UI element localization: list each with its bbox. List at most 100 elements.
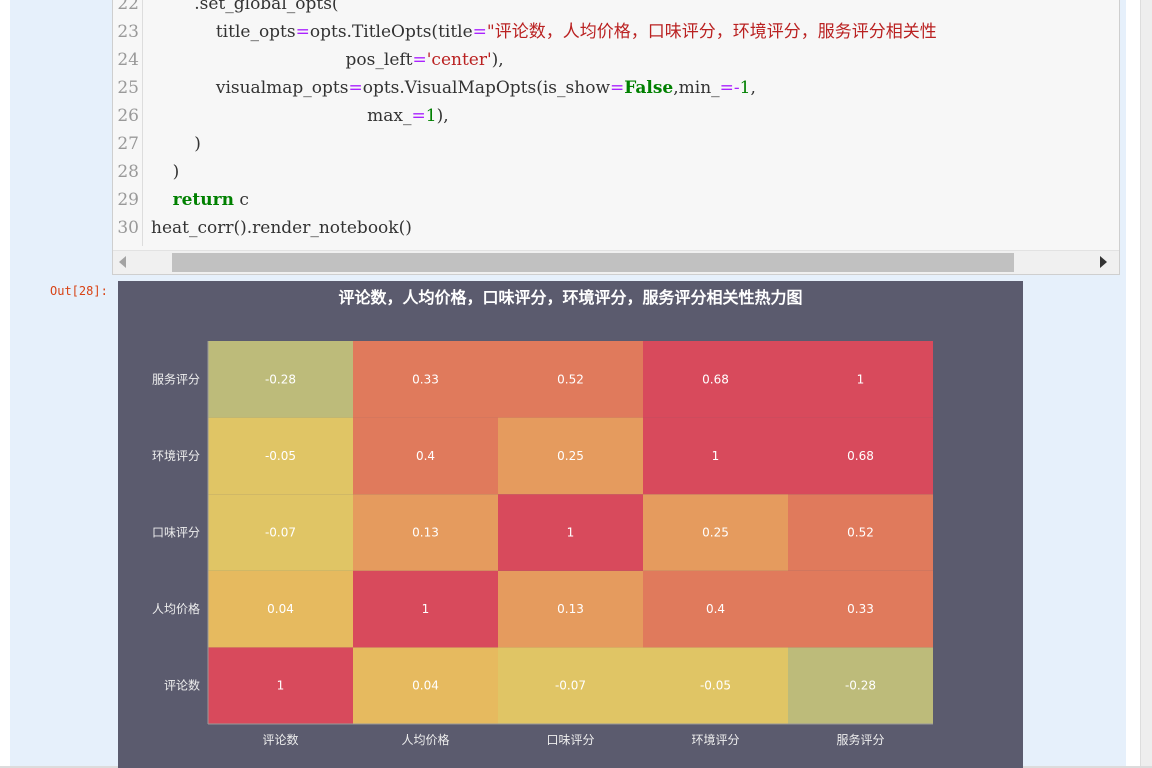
cell-value-label: 1 [422,602,430,616]
cell-value-label: -0.28 [265,372,296,386]
cell-value-label: 0.4 [416,449,435,463]
line-number: 27 [117,134,139,154]
scroll-left-icon[interactable] [119,256,126,268]
code-line[interactable]: 28 ) [113,158,1119,186]
code-line[interactable]: 27 ) [113,130,1119,158]
code-token: max_ [151,106,412,126]
line-number: 30 [117,218,139,238]
code-token: = [411,106,426,126]
page-scrollbar-track[interactable] [1140,0,1152,768]
code-token: return [172,190,234,210]
code-token: ) [151,162,180,182]
cell-value-label: 1 [277,679,285,693]
cell-value-label: 0.25 [702,526,729,540]
code-token: "评论数，人均价格，口味评分，环境评分，服务评分相关性 [486,22,937,42]
cell-value-label: -0.05 [700,679,731,693]
code-token: opts.TitleOpts(title [309,22,473,42]
y-tick-label: 评论数 [164,678,200,693]
line-number: 29 [117,190,139,210]
code-line[interactable]: 26 max_=1), [113,102,1119,130]
cell-value-label: 0.52 [557,372,584,386]
cell-value-label: 1 [712,449,720,463]
code-line[interactable]: 22 .set_global_opts( [113,0,1119,18]
y-tick-label: 服务评分 [152,371,200,386]
code-line[interactable]: 29 return c [113,186,1119,214]
code-text: heat_corr().render_notebook() [151,214,412,242]
output-prompt: Out[28]: [50,284,108,298]
code-line[interactable]: 30 heat_corr().render_notebook() [113,214,1119,242]
cell-value-label: 0.13 [557,602,584,616]
code-line[interactable]: 24 pos_left='center'), [113,46,1119,74]
cell-value-label: -0.28 [845,679,876,693]
scroll-right-icon[interactable] [1100,256,1107,268]
code-token: ), [491,50,504,70]
code-token: c [233,190,249,210]
heatmap-svg: 评论数，人均价格，口味评分，环境评分，服务评分相关性热力图 1 0.04 -0.07 -… [118,281,1023,768]
cell-value-label: 0.4 [706,602,725,616]
code-text: return c [151,186,249,214]
scrollbar-thumb[interactable] [172,253,1014,272]
code-text: .set_global_opts( [151,0,339,18]
cell-value-label: -0.07 [265,526,296,540]
code-text: ) [151,130,201,158]
code-token: visualmap_opts [151,78,349,98]
x-tick-label: 口味评分 [546,733,594,747]
code-token: = [295,22,310,42]
cell-value-label: 0.33 [412,372,439,386]
line-number: 26 [117,106,139,126]
y-tick-label: 口味评分 [152,526,200,540]
code-horizontal-scrollbar[interactable] [113,250,1119,274]
code-text: max_=1), [151,102,449,130]
x-tick-label: 人均价格 [401,732,449,747]
code-token: = [610,78,625,98]
y-tick-label: 环境评分 [152,448,200,463]
line-number: 24 [117,50,139,70]
code-token: 1 [425,106,437,126]
code-token: = [348,78,363,98]
y-tick-label: 人均价格 [152,601,200,616]
code-cell[interactable]: 22 .set_global_opts(23 title_opts=opts.T… [112,0,1120,275]
code-token: title_opts [151,22,296,42]
line-number: 28 [117,162,139,182]
code-token: pos_left [151,50,413,70]
code-text: pos_left='center'), [151,46,504,74]
code-token: ,min_ [673,78,720,98]
code-text: visualmap_opts=opts.VisualMapOpts(is_sho… [151,74,756,102]
code-token: .set_global_opts( [151,0,339,14]
code-token: =- [719,78,740,98]
line-number: 23 [117,22,139,42]
code-token: ) [151,134,201,154]
cell-value-label: 0.25 [557,449,584,463]
cell-value-label: 0.68 [847,449,874,463]
cell-value-label: 0.04 [412,679,439,693]
line-number: 25 [117,78,139,98]
heatmap-chart: 评论数，人均价格，口味评分，环境评分，服务评分相关性热力图 1 0.04 -0.07 -… [118,281,1023,768]
cell-value-label: -0.07 [555,679,586,693]
cell-value-label: 1 [567,526,575,540]
cell-value-label: -0.05 [265,449,296,463]
cell-value-label: 0.13 [412,526,439,540]
cell-value-label: 0.52 [847,526,874,540]
code-line[interactable]: 25 visualmap_opts=opts.VisualMapOpts(is_… [113,74,1119,102]
code-token: opts.VisualMapOpts(is_show [362,78,610,98]
page-left-margin [0,0,10,768]
chart-title: 评论数，人均价格，口味评分，环境评分，服务评分相关性热力图 [338,288,802,307]
code-token: heat_corr().render_notebook() [151,218,412,238]
code-token: False [624,78,674,98]
code-token: , [750,78,756,98]
code-text: ) [151,158,180,186]
cell-value-label: 0.33 [847,602,874,616]
line-number: 22 [117,0,139,14]
x-tick-label: 评论数 [262,732,298,747]
code-line[interactable]: 23 title_opts=opts.TitleOpts(title="评论数，… [113,18,1119,46]
cell-value-label: 1 [857,372,865,386]
code-token: = [472,22,487,42]
code-token: ), [436,106,449,126]
x-tick-label: 服务评分 [836,732,884,747]
cell-value-label: 0.04 [267,602,294,616]
x-tick-label: 环境评分 [691,732,739,747]
code-token: 'center' [426,50,492,70]
code-text: title_opts=opts.TitleOpts(title="评论数，人均价… [151,18,937,46]
code-token: = [412,50,427,70]
